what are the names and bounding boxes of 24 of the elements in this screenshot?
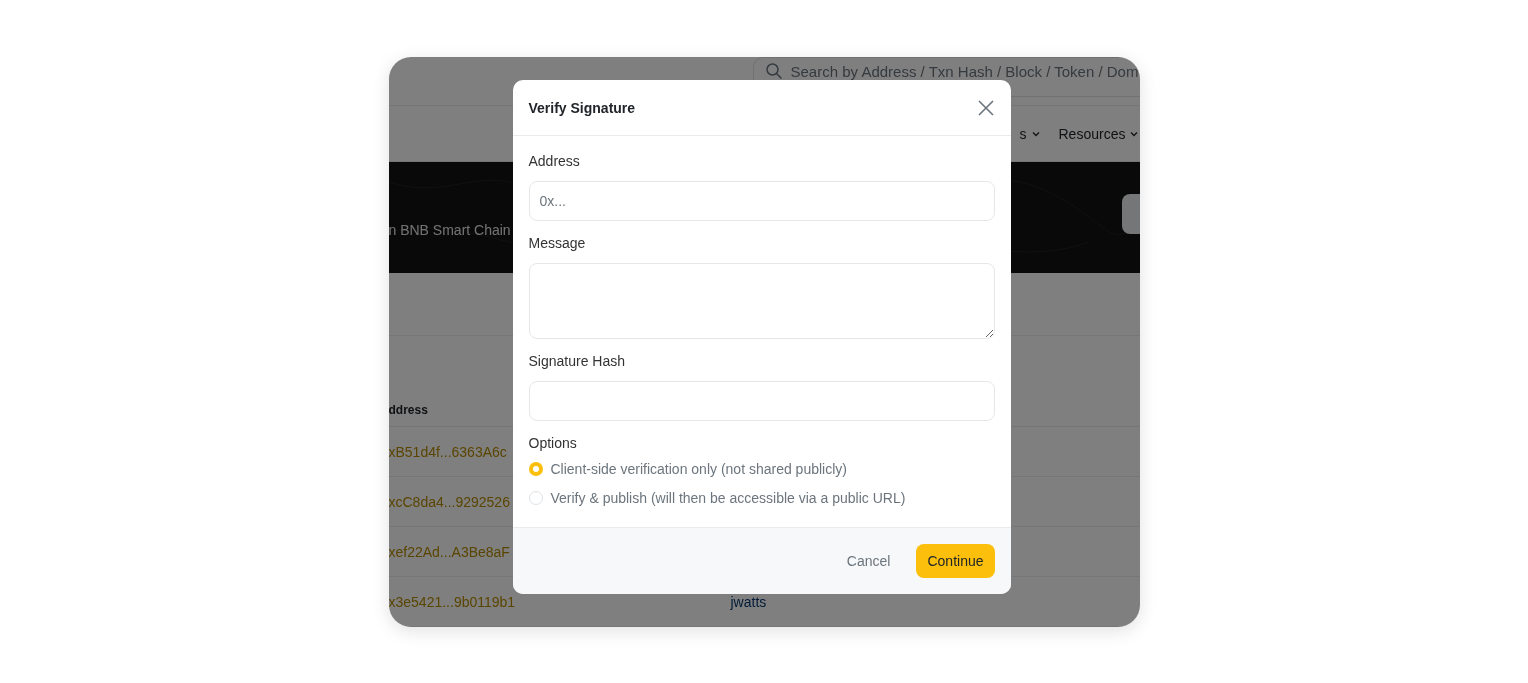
- table-cell: jwatts: [730, 593, 767, 610]
- column-header: ddress: [388, 403, 428, 417]
- field-label: Address: [528, 153, 581, 170]
- continue-button[interactable]: Continue: [916, 544, 995, 578]
- input-field[interactable]: [528, 381, 995, 421]
- search-placeholder: Search by Address / Txn Hash / Block / Token / Dom: [790, 63, 1139, 80]
- address-link[interactable]: x3e5421...9b0119b1: [388, 593, 731, 610]
- message-field[interactable]: [528, 263, 995, 339]
- field-label: Message: [528, 235, 587, 252]
- option-label: Verify & publish (will then be accessible via a public URL): [550, 489, 906, 506]
- close-button[interactable]: [976, 98, 995, 117]
- cancel-button[interactable]: Cancel: [840, 552, 897, 570]
- modal-title: Verify Signature: [528, 99, 636, 116]
- options-label: Options: [528, 435, 578, 452]
- banner-text: n BNB Smart Chain: [388, 222, 511, 238]
- nav-link[interactable]: s: [1019, 125, 1027, 142]
- search-icon: [765, 63, 782, 79]
- field-label: Signature Hash: [528, 353, 626, 370]
- radio-button[interactable]: [528, 461, 543, 476]
- option-label: Client-side verification only (not shared publicly): [550, 460, 847, 477]
- input-field[interactable]: 0x...: [528, 181, 995, 221]
- nav-link[interactable]: Resources: [1058, 125, 1126, 142]
- close-icon: [976, 98, 995, 117]
- radio-button[interactable]: [528, 490, 543, 505]
